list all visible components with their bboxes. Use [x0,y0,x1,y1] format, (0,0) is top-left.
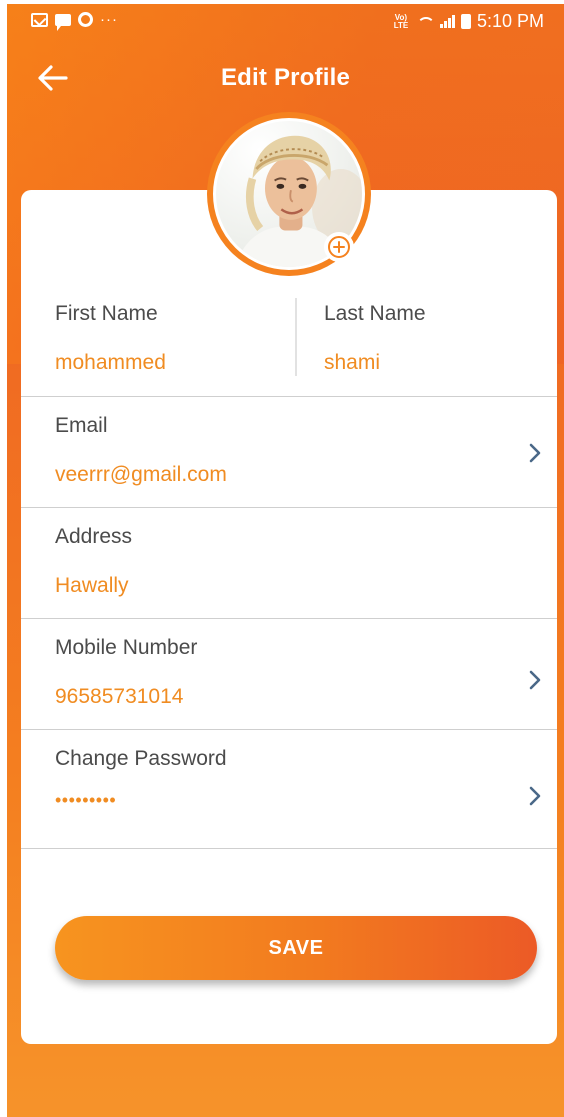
chevron-right-icon [529,443,541,463]
address-value: Hawally [55,574,129,597]
email-value: veerrr@gmail.com [55,463,227,486]
mobile-row[interactable]: Mobile Number 96585731014 [21,619,557,729]
plus-circle-icon [328,236,350,258]
save-button[interactable]: SAVE [55,916,537,980]
more-notifications-indicator: ··· [100,10,118,28]
mobile-value: 96585731014 [55,685,184,708]
battery-icon [460,14,471,29]
mobile-label: Mobile Number [55,636,198,659]
address-label: Address [55,525,133,548]
gmail-icon [31,12,48,27]
profile-avatar[interactable] [207,112,371,276]
page-title: Edit Profile [220,64,351,91]
chevron-right-icon [529,786,541,806]
message-icon [55,13,71,31]
system-icons: Vo) LTE 5:10 PM [392,11,544,32]
chrome-icon [78,12,93,27]
password-value: ••••••••• [55,790,117,810]
first-name-label: First Name [55,302,158,325]
last-name-label: Last Name [324,302,426,325]
volte-icon: Vo) LTE [393,12,409,30]
divider [21,848,557,849]
status-time: 5:10 PM [476,11,544,31]
profile-form-card: First Name mohammed Last Name shami Emai… [21,190,557,1044]
email-row[interactable]: Email veerrr@gmail.com [21,397,557,507]
change-password-row[interactable]: Change Password ••••••••• [21,730,557,848]
name-separator [295,298,297,376]
wifi-icon [416,15,434,29]
status-bar: ··· Vo) LTE 5:10 PM [7,4,564,38]
chevron-right-icon [529,670,541,690]
first-name-input[interactable]: mohammed [55,351,166,375]
signal-icon [439,15,455,28]
address-row[interactable]: Address Hawally [21,508,557,618]
change-password-label: Change Password [55,747,227,770]
last-name-input[interactable]: shami [324,351,380,375]
notification-icons: ··· [31,10,118,31]
add-photo-button[interactable] [324,232,354,262]
app-screen: ··· Vo) LTE 5:10 PM Edit Profile First N… [7,4,564,1117]
email-label: Email [55,414,108,437]
